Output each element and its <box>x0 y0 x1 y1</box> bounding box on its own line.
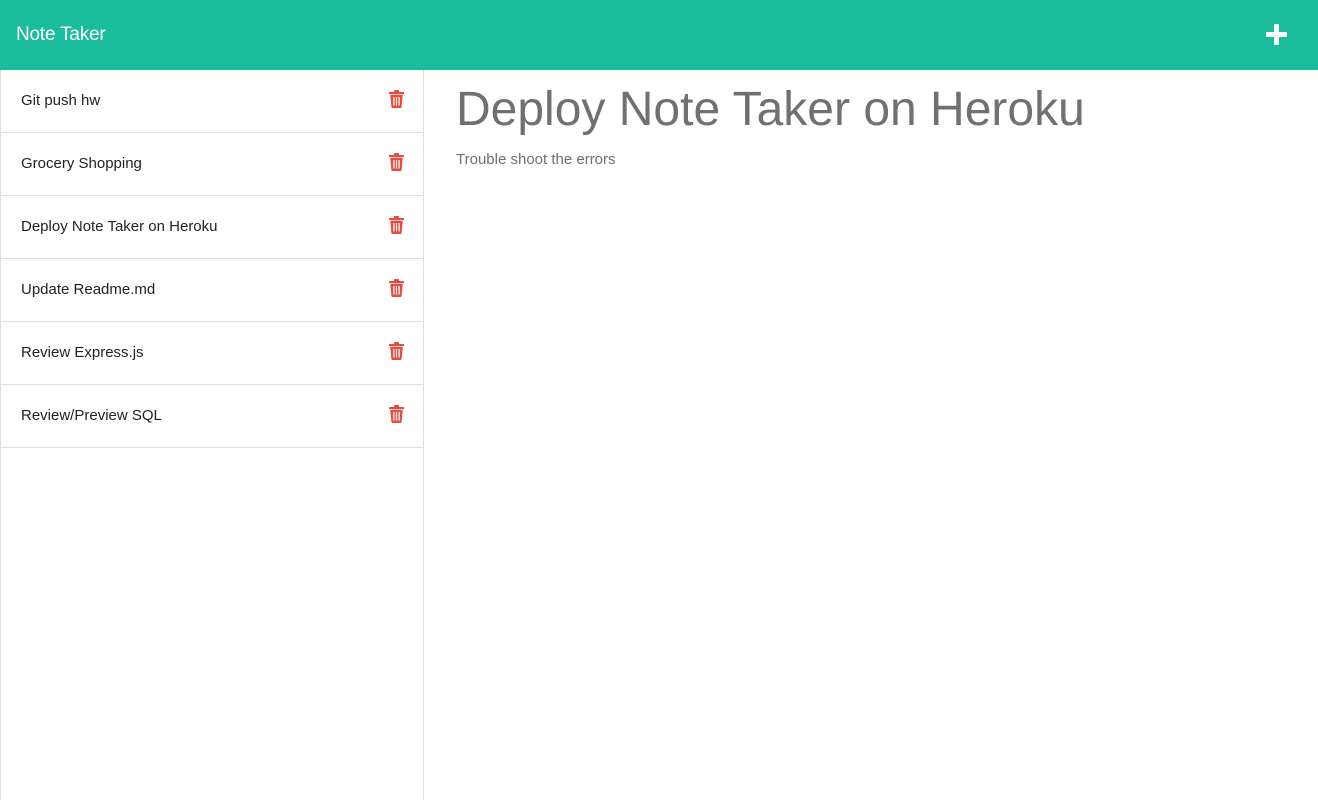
note-title[interactable]: Git push hw <box>21 91 100 111</box>
list-item[interactable]: Update Readme.md <box>1 259 423 322</box>
list-item[interactable]: Review/Preview SQL <box>1 385 423 448</box>
trash-icon[interactable] <box>389 153 404 171</box>
list-item[interactable]: Review Express.js <box>1 322 423 385</box>
trash-icon[interactable] <box>389 90 404 108</box>
note-title-field[interactable]: Deploy Note Taker on Heroku <box>456 82 1085 138</box>
plus-icon[interactable] <box>1262 20 1290 48</box>
list-item[interactable]: Git push hw <box>1 70 423 133</box>
note-title[interactable]: Deploy Note Taker on Heroku <box>21 217 218 237</box>
note-title[interactable]: Update Readme.md <box>21 280 155 300</box>
list-item[interactable]: Deploy Note Taker on Heroku <box>1 196 423 259</box>
note-title[interactable]: Grocery Shopping <box>21 154 142 174</box>
trash-icon[interactable] <box>389 405 404 423</box>
list-item[interactable]: Grocery Shopping <box>1 133 423 196</box>
note-list-panel: Git push hw Grocery Shopping Deploy Note… <box>0 70 424 800</box>
note-list: Git push hw Grocery Shopping Deploy Note… <box>1 70 423 448</box>
trash-icon[interactable] <box>389 342 404 360</box>
app-title[interactable]: Note Taker <box>16 22 106 48</box>
note-text-field[interactable]: Trouble shoot the errors <box>456 150 616 170</box>
trash-icon[interactable] <box>389 216 404 234</box>
navbar: Note Taker <box>0 0 1318 70</box>
note-title[interactable]: Review/Preview SQL <box>21 406 162 426</box>
note-title[interactable]: Review Express.js <box>21 343 144 363</box>
note-editor: Deploy Note Taker on Heroku Trouble shoo… <box>424 70 1318 800</box>
trash-icon[interactable] <box>389 279 404 297</box>
